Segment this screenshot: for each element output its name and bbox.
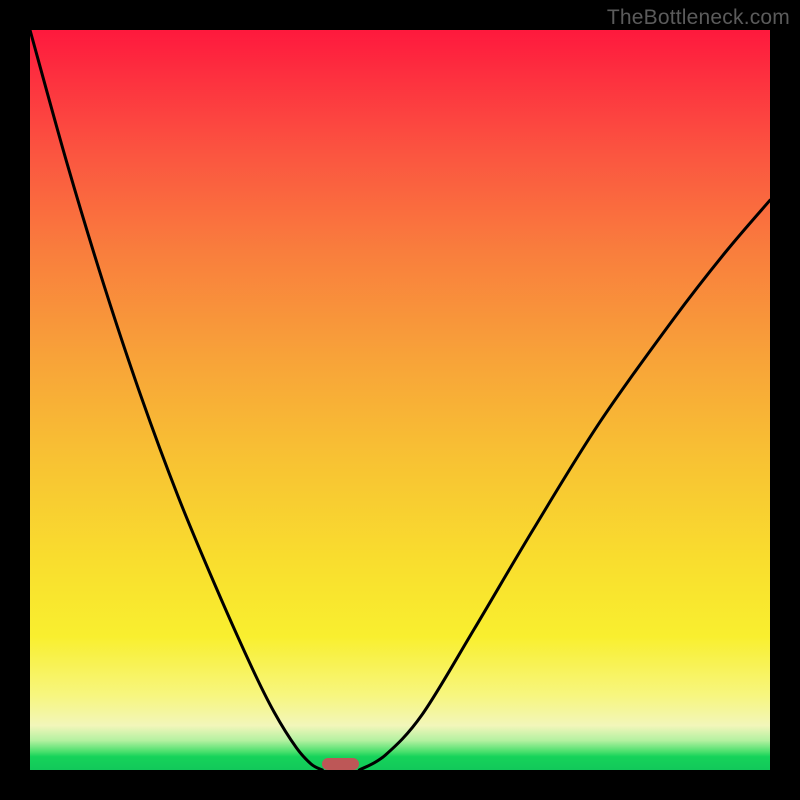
curve-right-branch [359,200,770,770]
bottleneck-curve [30,30,770,770]
frame: TheBottleneck.com [0,0,800,800]
watermark-text: TheBottleneck.com [607,6,790,30]
plot-area [30,30,770,770]
curve-left-branch [30,30,322,770]
optimal-marker [322,758,359,770]
